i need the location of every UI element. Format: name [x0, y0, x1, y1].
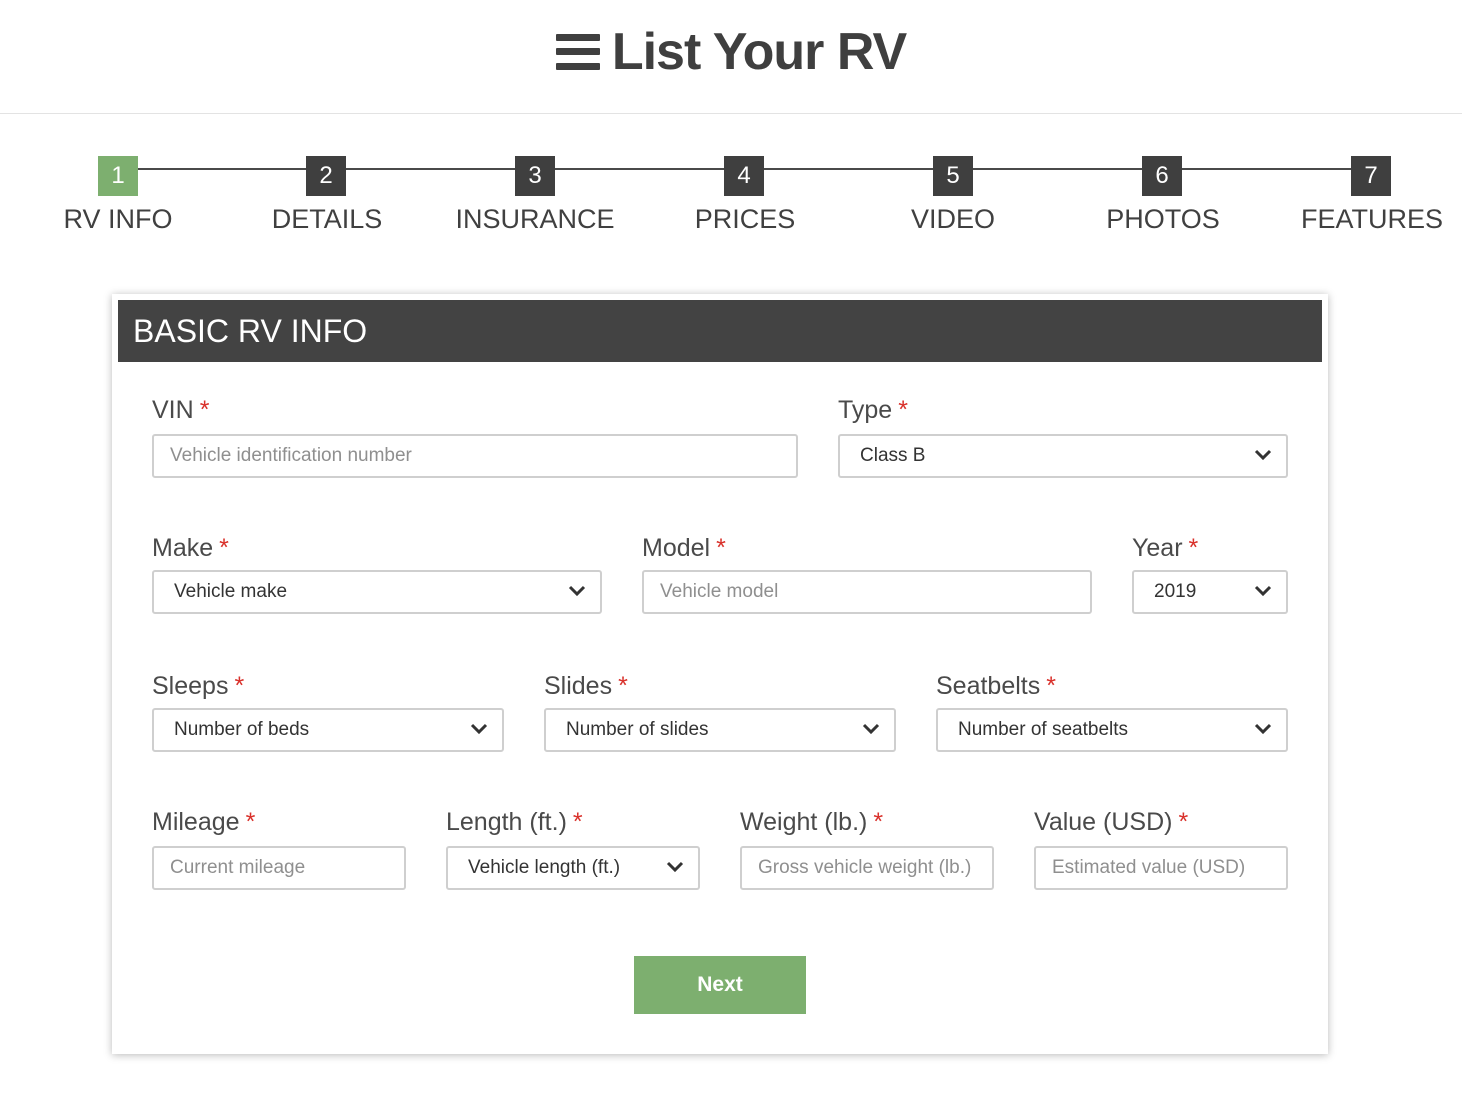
step-4-number[interactable]: 4	[724, 156, 764, 196]
step-5-label[interactable]: VIDEO	[853, 204, 1053, 235]
required-asterisk: *	[245, 808, 256, 836]
sleeps-select[interactable]: Number of beds	[152, 708, 504, 752]
step-6-label[interactable]: PHOTOS	[1063, 204, 1263, 235]
length-selected-value: Vehicle length (ft.)	[468, 857, 621, 878]
required-asterisk: *	[234, 672, 245, 700]
step-3-label[interactable]: INSURANCE	[435, 204, 635, 235]
model-label: Model *	[642, 534, 726, 562]
step-7-label[interactable]: FEATURES	[1272, 204, 1462, 235]
type-selected-value: Class B	[860, 445, 926, 466]
weight-label: Weight (lb.) *	[740, 808, 884, 836]
make-selected-value: Vehicle make	[174, 581, 288, 602]
model-input[interactable]	[642, 570, 1092, 614]
year-select[interactable]: 2019	[1132, 570, 1288, 614]
page: List Your RV 1 2 3 4 5 6 7 RV INFO DETAI…	[0, 0, 1462, 1102]
length-label: Length (ft.) *	[446, 808, 583, 836]
next-button[interactable]: Next	[634, 956, 806, 1014]
section-title: BASIC RV INFO	[118, 300, 1322, 362]
sleeps-selected-value: Number of beds	[174, 719, 310, 740]
required-asterisk: *	[1188, 534, 1199, 562]
value-input[interactable]	[1034, 846, 1288, 890]
chevron-down-icon	[568, 585, 586, 597]
chevron-down-icon	[862, 723, 880, 735]
step-2-number[interactable]: 2	[306, 156, 346, 196]
required-asterisk: *	[1178, 808, 1189, 836]
step-2-label[interactable]: DETAILS	[227, 204, 427, 235]
slides-select[interactable]: Number of slides	[544, 708, 896, 752]
step-6-number[interactable]: 6	[1142, 156, 1182, 196]
make-select[interactable]: Vehicle make	[152, 570, 602, 614]
required-asterisk: *	[199, 396, 210, 424]
required-asterisk: *	[716, 534, 726, 562]
seatbelts-selected-value: Number of seatbelts	[958, 719, 1129, 740]
make-label: Make *	[152, 534, 229, 562]
required-asterisk: *	[618, 672, 628, 700]
chevron-down-icon	[666, 861, 684, 873]
required-asterisk: *	[1046, 672, 1056, 700]
step-3-number[interactable]: 3	[515, 156, 555, 196]
year-label: Year *	[1132, 534, 1199, 562]
slides-label: Slides *	[544, 672, 628, 700]
value-label: Value (USD) *	[1034, 808, 1189, 836]
step-4-label[interactable]: PRICES	[645, 204, 845, 235]
vin-label: VIN *	[152, 396, 210, 424]
seatbelts-select[interactable]: Number of seatbelts	[936, 708, 1288, 752]
required-asterisk: *	[572, 808, 583, 836]
step-1-label[interactable]: RV INFO	[18, 204, 218, 235]
chevron-down-icon	[1254, 449, 1272, 461]
step-1-number[interactable]: 1	[98, 156, 138, 196]
progress-stepper: 1 2 3 4 5 6 7 RV INFO DETAILS INSURANCE …	[0, 0, 1462, 260]
type-select[interactable]: Class B	[838, 434, 1288, 478]
basic-rv-info-card: BASIC RV INFO VIN* Type* Class B Make* V…	[112, 294, 1328, 1054]
step-5-number[interactable]: 5	[933, 156, 973, 196]
step-7-number[interactable]: 7	[1351, 156, 1391, 196]
length-select[interactable]: Vehicle length (ft.)	[446, 846, 700, 890]
seatbelts-label: Seatbelts *	[936, 672, 1056, 700]
chevron-down-icon	[1254, 585, 1272, 597]
weight-input[interactable]	[740, 846, 994, 890]
sleeps-label: Sleeps *	[152, 672, 245, 700]
required-asterisk: *	[873, 808, 884, 836]
vin-input[interactable]	[152, 434, 798, 478]
chevron-down-icon	[1254, 723, 1272, 735]
type-label: Type *	[838, 396, 908, 424]
chevron-down-icon	[470, 723, 488, 735]
required-asterisk: *	[219, 534, 229, 562]
required-asterisk: *	[898, 396, 908, 424]
slides-selected-value: Number of slides	[566, 719, 709, 740]
mileage-input[interactable]	[152, 846, 406, 890]
mileage-label: Mileage *	[152, 808, 256, 836]
year-selected-value: 2019	[1154, 581, 1197, 602]
